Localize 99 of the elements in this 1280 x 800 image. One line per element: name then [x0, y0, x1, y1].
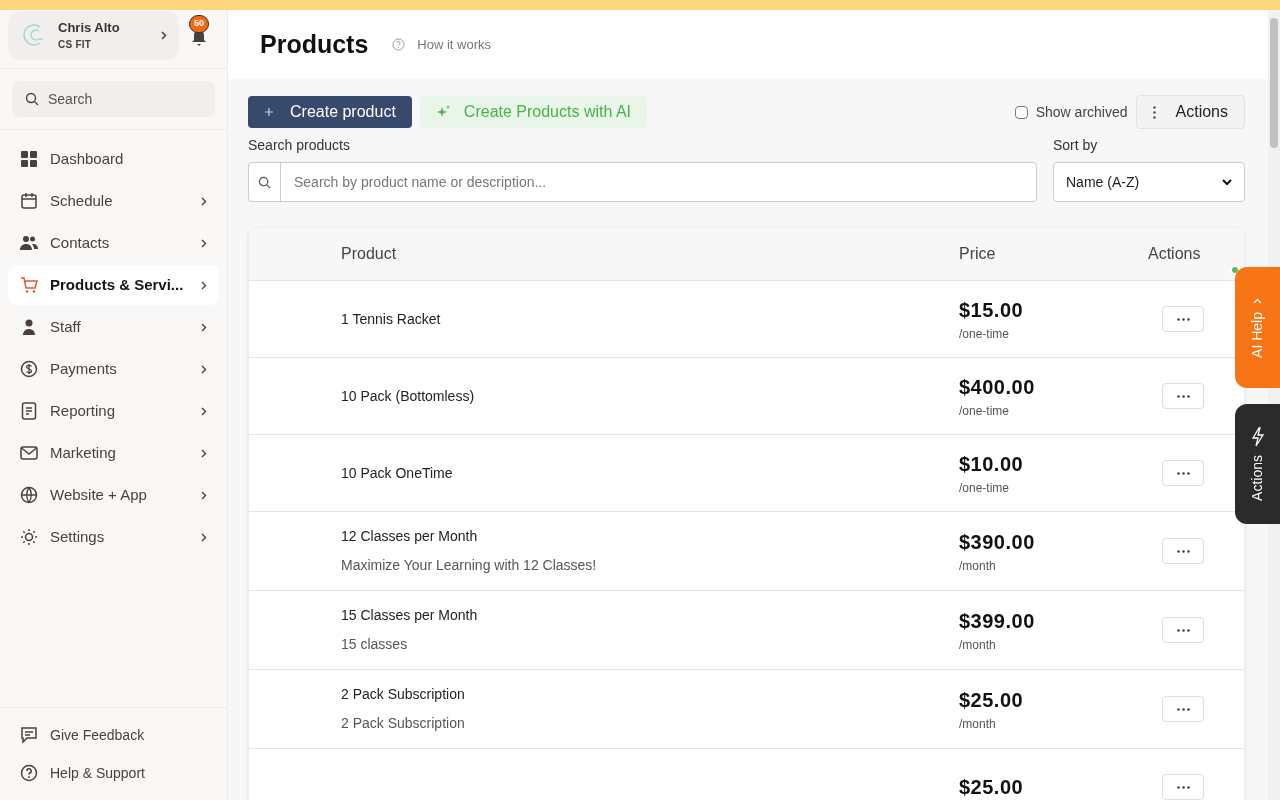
row-menu-button[interactable]: [1162, 617, 1204, 643]
footer-link[interactable]: Help & Support: [20, 754, 207, 792]
price: $10.00: [959, 452, 1025, 477]
calendar-icon: [20, 192, 38, 210]
more-horizontal-icon: [1176, 785, 1190, 789]
product-name: 15 Classes per Month: [341, 606, 479, 625]
how-it-works-link[interactable]: How it works: [417, 34, 492, 55]
column-header: Price: [959, 245, 996, 262]
sidebar-item[interactable]: Reporting: [8, 391, 219, 431]
person-icon: [20, 318, 38, 336]
mail-icon: [20, 444, 38, 462]
billing-period: /month: [959, 637, 997, 654]
product-name: 10 Pack OneTime: [341, 463, 454, 483]
product-name: 2 Pack Subscription: [341, 685, 466, 704]
people-icon: [20, 234, 38, 252]
plus-icon: [264, 107, 274, 117]
cart-icon: [20, 276, 38, 294]
more-horizontal-icon: [1176, 628, 1190, 632]
search-icon: [25, 92, 39, 106]
more-horizontal-icon: [1176, 549, 1190, 553]
chevron-right-icon: [201, 196, 207, 206]
notification-badge: 50: [189, 15, 209, 33]
sidebar-item[interactable]: Website + App: [8, 475, 219, 515]
help-icon: [392, 38, 406, 51]
globe-icon: [20, 486, 38, 504]
search-icon: [257, 175, 271, 189]
billing-period: /one-time: [959, 326, 1011, 343]
logo-icon: [20, 22, 46, 48]
price: $25.00: [959, 688, 1025, 713]
search-label: Search products: [248, 136, 351, 155]
row-menu-button[interactable]: [1162, 696, 1204, 722]
price: $399.00: [959, 609, 1036, 634]
sidebar-item[interactable]: Marketing: [8, 433, 219, 473]
chevron-right-icon: [201, 490, 207, 500]
more-horizontal-icon: [1176, 471, 1190, 475]
create-product-button[interactable]: Create product: [248, 96, 412, 128]
product-description: 15 classes: [341, 635, 409, 654]
search-field[interactable]: Search: [12, 81, 215, 117]
column-header: Actions: [1148, 245, 1201, 262]
account-name: Chris Alto: [58, 18, 121, 37]
row-menu-button[interactable]: [1162, 383, 1204, 409]
billing-period: /month: [959, 716, 997, 733]
show-archived-checkbox[interactable]: [1014, 105, 1028, 119]
sidebar-item[interactable]: Staff: [8, 307, 219, 347]
row-menu-button[interactable]: [1162, 538, 1204, 564]
chevron-right-icon: [201, 532, 207, 542]
chevron-right-icon: [201, 280, 207, 290]
scrollbar-thumb[interactable]: [1270, 18, 1278, 148]
sort-dropdown[interactable]: Name (A-Z): [1053, 162, 1245, 202]
sidebar-item[interactable]: Products & Servi...: [8, 265, 219, 305]
help-icon: [20, 764, 38, 782]
price: $390.00: [959, 530, 1036, 555]
product-description: 2 Pack Subscription: [341, 714, 466, 733]
sidebar-item[interactable]: Contacts: [8, 223, 219, 263]
more-horizontal-icon: [1176, 707, 1190, 711]
document-icon: [20, 402, 38, 420]
dashboard-icon: [20, 150, 38, 168]
actions-button[interactable]: Actions: [1135, 95, 1245, 129]
sidebar-item[interactable]: Dashboard: [8, 139, 219, 179]
sidebar-item[interactable]: Schedule: [8, 181, 219, 221]
billing-period: /one-time: [959, 403, 1011, 420]
account-switcher[interactable]: Chris Alto CS FIT: [8, 10, 179, 60]
more-horizontal-icon: [1176, 317, 1190, 321]
billing-period: /month: [959, 558, 997, 575]
chevron-right-icon: [201, 322, 207, 332]
sort-label: Sort by: [1053, 136, 1099, 155]
more-horizontal-icon: [1176, 394, 1190, 398]
chevron-right-icon: [201, 364, 207, 374]
chevron-down-icon: [1222, 178, 1232, 186]
dollar-icon: [20, 360, 38, 378]
product-search-field[interactable]: Search by product name or description...: [248, 162, 1037, 202]
chevron-right-icon: [201, 238, 207, 248]
row-menu-button[interactable]: [1162, 774, 1204, 800]
row-menu-button[interactable]: [1162, 460, 1204, 486]
chevron-right-icon: [161, 30, 167, 40]
price: $25.00: [959, 775, 1025, 800]
page-title: Products: [260, 28, 369, 60]
product-description: Maximize Your Learning with 12 Classes!: [341, 556, 598, 575]
show-archived-label: Show archived: [1035, 102, 1128, 122]
price: $15.00: [959, 298, 1025, 323]
column-header: Product: [341, 245, 397, 262]
lightning-icon: [1250, 427, 1265, 448]
organization-name: CS FIT: [58, 38, 93, 53]
product-name: 10 Pack (Bottomless): [341, 386, 476, 406]
actions-tab[interactable]: Actions: [1235, 404, 1280, 524]
settings-icon: [20, 528, 38, 546]
more-vertical-icon: [1152, 105, 1156, 119]
price: $400.00: [959, 375, 1036, 400]
sidebar-item[interactable]: Payments: [8, 349, 219, 389]
footer-link[interactable]: Give Feedback: [20, 716, 207, 754]
sidebar-item[interactable]: Settings: [8, 517, 219, 557]
chevron-right-icon: [201, 448, 207, 458]
chevron-right-icon: [201, 406, 207, 416]
chat-icon: [20, 726, 38, 744]
chevron-up-icon: [1253, 297, 1262, 304]
product-name: 12 Classes per Month: [341, 527, 479, 546]
billing-period: /one-time: [959, 480, 1011, 497]
row-menu-button[interactable]: [1162, 306, 1204, 332]
product-name: 1 Tennis Racket: [341, 309, 442, 329]
